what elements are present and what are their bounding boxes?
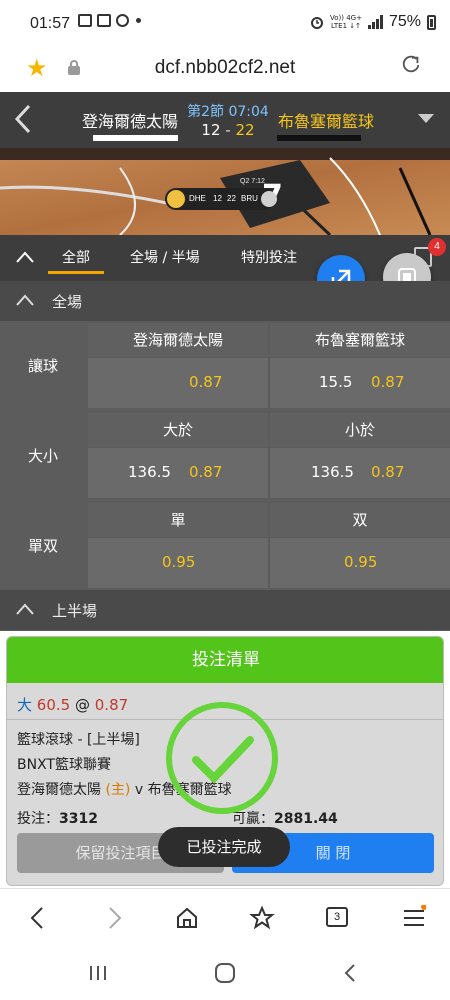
- away-team-name: 布魯塞爾籃球: [278, 112, 375, 131]
- total-over-cell[interactable]: 136.5 0.87: [88, 448, 268, 498]
- back-icon[interactable]: [28, 905, 48, 931]
- betslip-selection: 大 60.5 @ 0.87: [17, 696, 129, 714]
- alarm-icon: [311, 17, 323, 29]
- recent-apps-icon[interactable]: [88, 964, 108, 982]
- do-not-disturb-icon: [116, 14, 129, 27]
- away-team-color-bar: [277, 135, 361, 141]
- network-indicator: Vo)) 4G+ LTE1 ↓↑: [330, 14, 362, 30]
- live-video[interactable]: 7 DHE 12 22 BRU Q2 7:12: [0, 148, 450, 235]
- menu-icon[interactable]: [402, 905, 426, 931]
- home-team-color-bar: [93, 135, 178, 141]
- total-under-cell[interactable]: 136.5 0.87: [270, 448, 450, 498]
- browser-bottom-nav: 3: [0, 888, 450, 948]
- notification-badge: 4: [428, 238, 446, 256]
- betslip-title: 投注清單: [7, 637, 443, 683]
- game-score: 12 - 22: [201, 121, 255, 139]
- chevron-up-icon[interactable]: [16, 251, 34, 263]
- success-check-icon: [166, 702, 278, 814]
- status-right: Vo)) 4G+ LTE1 ↓↑ 75%: [310, 13, 436, 31]
- browser-url-bar: ★ dcf.nbb02cf2.net: [0, 48, 450, 92]
- signal-icon: [367, 15, 383, 29]
- reload-icon[interactable]: [400, 54, 422, 76]
- handicap-label: 讓球: [0, 321, 86, 411]
- game-header: 登海爾德太陽 第2節 07:04 12 - 22 布魯塞爾籃球: [0, 92, 450, 148]
- handicap-away-cell[interactable]: 15.5 0.87: [270, 358, 450, 408]
- game-period-clock: 第2節 07:04: [187, 104, 269, 120]
- chevron-up-icon: [16, 294, 34, 306]
- handicap-home-header: 登海爾德太陽: [88, 323, 268, 357]
- home-logo-icon: [167, 190, 185, 208]
- bookmarks-star-icon[interactable]: [249, 905, 275, 931]
- section-first-half[interactable]: 上半場: [0, 590, 450, 630]
- bet-placed-toast: 已投注完成: [158, 827, 290, 867]
- status-time: 01:57: [30, 15, 71, 32]
- handicap-home-odds: 0.87: [189, 373, 223, 391]
- handicap-away-line: 15.5: [319, 373, 353, 391]
- home-icon[interactable]: [175, 905, 199, 931]
- total-over-odds: 0.87: [189, 463, 223, 481]
- app-notification-icon: [97, 14, 111, 27]
- home-team-name: 登海爾德太陽: [82, 112, 179, 131]
- betslip-market: 籃球滾球 - [上半場]: [17, 732, 140, 748]
- total-under-odds: 0.87: [371, 463, 405, 481]
- total-over-header: 大於: [88, 413, 268, 447]
- chevron-up-icon: [16, 603, 34, 615]
- image-notification-icon: [78, 14, 92, 27]
- betslip-potential-win: 可贏：2881.44: [232, 811, 338, 827]
- handicap-away-odds: 0.87: [371, 373, 405, 391]
- betslip-league: BNXT籃球聯賽: [17, 757, 111, 773]
- system-nav-bar: [0, 948, 450, 1000]
- total-under-line: 136.5: [311, 463, 354, 481]
- tab-all[interactable]: 全部: [48, 247, 104, 274]
- handicap-away-header: 布魯塞爾籃球: [270, 323, 450, 357]
- forward-icon[interactable]: [104, 905, 124, 931]
- status-notification-icons: [78, 14, 141, 27]
- back-arrow-icon[interactable]: [14, 104, 32, 134]
- battery-icon: [427, 14, 436, 30]
- market-panel: 全場 讓球 登海爾德太陽 布魯塞爾籃球 0.87 15.5 0.87 大小 大於…: [0, 281, 450, 631]
- odd-odds: 0.95: [162, 553, 196, 571]
- tabs-count-icon[interactable]: 3: [326, 907, 348, 927]
- total-under-header: 小於: [270, 413, 450, 447]
- status-bar: 01:57 Vo)) 4G+ LTE1 ↓↑ 75%: [0, 0, 450, 48]
- total-over-line: 136.5: [128, 463, 171, 481]
- system-home-icon[interactable]: [214, 962, 236, 984]
- away-logo-icon: [261, 191, 277, 207]
- more-notifications-dot-icon: [136, 18, 141, 23]
- scoreboard-clock: Q2 7:12: [240, 178, 265, 185]
- even-header: 双: [270, 503, 450, 537]
- tab-special-bets[interactable]: 特別投注: [241, 247, 297, 267]
- odd-header: 單: [88, 503, 268, 537]
- even-odds: 0.95: [344, 553, 378, 571]
- chevron-down-icon[interactable]: [418, 114, 434, 123]
- odd-even-label: 單双: [0, 501, 86, 591]
- tab-full-half[interactable]: 全場 / 半場: [130, 247, 200, 267]
- scoreboard-overlay: DHE 12 22 BRU: [165, 188, 277, 210]
- url-text[interactable]: dcf.nbb02cf2.net: [0, 57, 450, 79]
- total-label: 大小: [0, 411, 86, 501]
- section-full-game[interactable]: 全場: [0, 281, 450, 321]
- even-cell[interactable]: 0.95: [270, 538, 450, 588]
- odd-cell[interactable]: 0.95: [88, 538, 268, 588]
- betslip-stake: 投注：3312: [17, 811, 98, 827]
- system-back-icon[interactable]: [342, 963, 358, 983]
- battery-percent: 75%: [388, 13, 421, 30]
- handicap-home-cell[interactable]: 0.87: [88, 358, 268, 408]
